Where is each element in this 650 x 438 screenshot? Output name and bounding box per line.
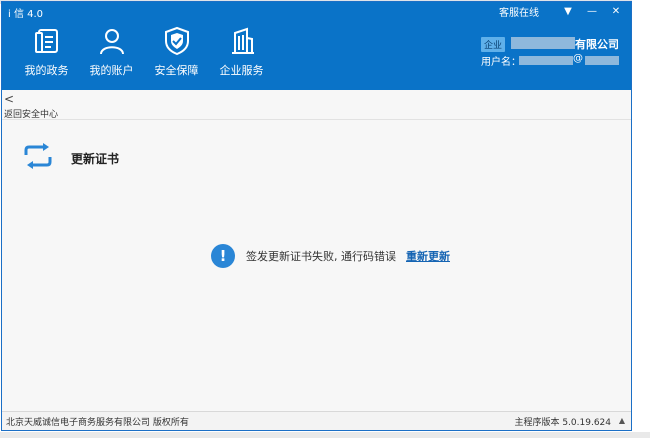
enterprise-badge: 企业 [481, 37, 506, 52]
minimize-icon[interactable]: — [583, 6, 601, 17]
version-text: 主程序版本 5.0.19.624 [514, 418, 611, 428]
window-controls: 客服在线 ▼ — ✕ [499, 4, 625, 19]
nav-label-security: 安全保障 [154, 64, 199, 77]
close-icon[interactable]: ✕ [607, 6, 625, 17]
status-message: ! 签发更新证书失败, 通行码错误 重新更新 [211, 244, 450, 268]
background-app-edge [632, 0, 650, 438]
back-arrow-icon[interactable]: < [4, 92, 14, 106]
info-icon: ! [211, 244, 235, 268]
redacted-username [519, 56, 573, 65]
nav-item-security[interactable]: 安全保障 [144, 26, 209, 82]
nav-item-government[interactable]: 我的政务 [14, 26, 79, 82]
customer-service-link[interactable]: 客服在线 [499, 4, 539, 19]
copyright-text: 北京天威诚信电子商务服务有限公司 版权所有 [6, 418, 189, 428]
retry-update-link[interactable]: 重新更新 [406, 248, 450, 264]
app-window: i 信 4.0 客服在线 ▼ — ✕ 我的政务 我的账户 安全保障 企业服务 企… [1, 1, 632, 431]
error-message-text: 签发更新证书失败, 通行码错误 [246, 250, 396, 263]
redacted-username-domain [585, 56, 619, 65]
back-to-security-center-link[interactable]: 返回安全中心 [4, 107, 58, 120]
user-icon [99, 29, 124, 55]
building-icon [231, 27, 254, 54]
main-nav: 我的政务 我的账户 安全保障 企业服务 [14, 26, 274, 82]
nav-label-account: 我的账户 [89, 64, 134, 77]
username-label: 用户名： [481, 57, 521, 68]
header-bar: i 信 4.0 客服在线 ▼ — ✕ 我的政务 我的账户 安全保障 企业服务 企… [2, 2, 631, 90]
redacted-company-name [511, 37, 575, 49]
company-name-suffix: 有限公司 [575, 38, 619, 51]
app-title: i 信 4.0 [8, 9, 44, 20]
refresh-certificate-icon [24, 143, 52, 169]
nav-item-enterprise[interactable]: 企业服务 [209, 26, 274, 82]
breadcrumb: < 返回安全中心 [2, 90, 631, 120]
username-at-sign: @ [573, 53, 583, 64]
nav-item-account[interactable]: 我的账户 [79, 26, 144, 82]
page-title: 更新证书 [71, 152, 120, 166]
account-info: 企业 有限公司 用户名： @ [481, 32, 631, 72]
nav-label-enterprise: 企业服务 [219, 64, 264, 77]
dropdown-menu-icon[interactable]: ▼ [559, 6, 577, 17]
upgrade-arrow-icon[interactable]: ▲ [619, 416, 625, 425]
government-icon [34, 29, 58, 53]
shield-icon [164, 26, 189, 56]
nav-label-government: 我的政务 [24, 64, 69, 77]
footer-bar: 北京天威诚信电子商务服务有限公司 版权所有 主程序版本 5.0.19.624 ▲ [2, 411, 631, 430]
background-taskbar [0, 432, 650, 438]
